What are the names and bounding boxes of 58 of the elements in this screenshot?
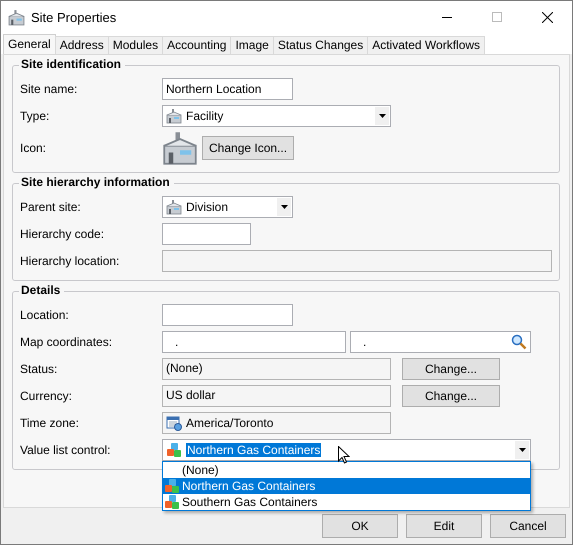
building-icon (166, 108, 182, 124)
field-label: Parent site: (20, 200, 82, 214)
factory-icon (162, 130, 198, 166)
cubes-icon (164, 478, 180, 494)
tab[interactable]: Image (230, 36, 274, 54)
field-label: Time zone: (20, 416, 80, 430)
dropdown-option[interactable]: Northern Gas Containers (163, 478, 530, 494)
cubes-icon (164, 494, 180, 510)
field-label: Icon: (20, 141, 48, 155)
dialog-button[interactable]: OK (322, 514, 398, 538)
readonly-field: (None) (162, 358, 391, 380)
field-label: Location: (20, 308, 70, 322)
window-title: Site Properties (31, 10, 118, 24)
tab[interactable]: Status Changes (272, 36, 368, 54)
text-field[interactable] (162, 304, 293, 326)
text-field[interactable]: Northern Location (162, 78, 293, 100)
field-label: Type: (20, 109, 50, 123)
tab[interactable]: Activated Workflows (367, 36, 486, 54)
tab[interactable]: Modules (108, 36, 164, 54)
tab[interactable]: Accounting (162, 36, 232, 54)
dropdown-arrow-icon (518, 448, 526, 452)
field-label: Currency: (20, 389, 74, 403)
field-label: Value list control: (20, 443, 112, 457)
close-icon[interactable] (542, 12, 552, 22)
cubes-icon (166, 442, 182, 458)
dropdown-option[interactable]: (None) (163, 462, 530, 478)
change-button[interactable]: Change... (402, 385, 500, 407)
change-icon-button[interactable]: Change Icon... (202, 136, 294, 160)
dropdown-arrow-icon (378, 114, 386, 118)
dropdown-option[interactable]: Southern Gas Containers (163, 494, 530, 510)
field-label: Hierarchy code: (20, 227, 106, 241)
minimize-icon[interactable] (442, 16, 452, 18)
search-icon[interactable] (511, 334, 527, 350)
text-field[interactable] (162, 223, 251, 245)
readonly-field: US dollar (162, 385, 391, 407)
change-button[interactable]: Change... (402, 358, 500, 380)
calendar-clock-icon (166, 415, 182, 431)
combo-box[interactable]: Division (162, 196, 293, 218)
tab[interactable]: General (3, 34, 56, 54)
coordinate-field[interactable]: . (162, 331, 346, 353)
field-label: Status: (20, 362, 58, 376)
readonly-field: America/Toronto (162, 412, 391, 434)
coordinate-field[interactable]: . (350, 331, 531, 353)
selected-text: Northern Gas Containers (186, 443, 322, 457)
dropdown-field[interactable]: Northern Gas Containers (162, 439, 531, 461)
combo-box[interactable]: Facility (162, 105, 391, 127)
dialog-button[interactable]: Cancel (490, 514, 566, 538)
building-icon (166, 199, 182, 215)
field-label: Map coordinates: (20, 335, 114, 349)
group-title: Site hierarchy information (19, 175, 174, 189)
field-label: Site name: (20, 82, 78, 96)
field-label: Hierarchy location: (20, 254, 120, 268)
dialog-button[interactable]: Edit (406, 514, 482, 538)
building-icon (8, 8, 25, 26)
group-title: Site identification (19, 57, 126, 71)
dropdown-arrow-icon (280, 205, 288, 209)
group-title: Details (19, 283, 64, 297)
tab[interactable]: Address (54, 36, 109, 54)
